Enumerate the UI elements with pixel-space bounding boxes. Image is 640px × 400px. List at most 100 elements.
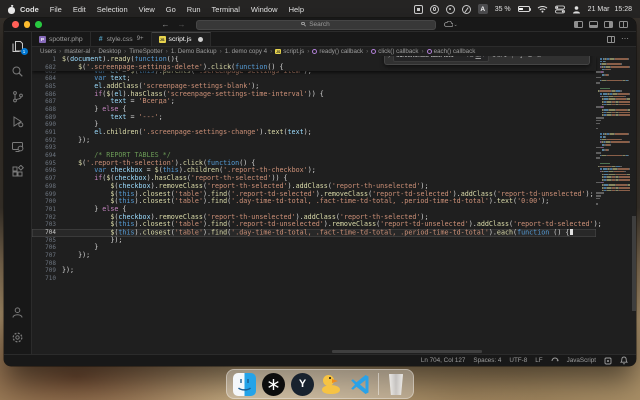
explorer-icon[interactable]: 1 xyxy=(10,38,28,55)
menubar-app-icon-4[interactable] xyxy=(461,4,471,14)
split-editor-icon[interactable] xyxy=(607,35,615,43)
menubar-app-icon-3[interactable] xyxy=(445,4,455,14)
forward-button[interactable]: → xyxy=(178,20,186,29)
keyboard-input-icon[interactable]: A xyxy=(477,4,488,14)
tab-script-js[interactable]: JS script.js xyxy=(151,32,211,46)
breadcrumb-item[interactable]: click() callback xyxy=(371,48,419,55)
vscode-dock-icon[interactable] xyxy=(349,373,372,396)
battery-icon[interactable] xyxy=(517,6,532,12)
menu-item-window[interactable]: Window xyxy=(251,5,278,14)
code-line[interactable]: 708 xyxy=(32,260,596,268)
live-preview-icon[interactable] xyxy=(10,138,26,154)
modified-dot-icon[interactable] xyxy=(197,37,203,42)
breadcrumb-item[interactable]: JS script.js xyxy=(275,48,304,55)
breadcrumb-item[interactable]: each() callback xyxy=(426,48,475,55)
menubar-clock[interactable]: 21 Mar 15:28 xyxy=(588,6,632,13)
code-line[interactable]: 707 }); xyxy=(32,251,596,260)
activity-bar: 1 xyxy=(4,32,32,354)
trash-dock-icon[interactable] xyxy=(388,374,404,395)
menu-item-terminal[interactable]: Terminal xyxy=(212,5,240,14)
tab-spotter-php[interactable]: Pspotter.php xyxy=(32,32,91,46)
finder-dock-icon[interactable] xyxy=(233,372,256,396)
menu-item-selection[interactable]: Selection xyxy=(97,5,128,14)
breadcrumb-item[interactable]: Users xyxy=(40,48,56,55)
eol-status[interactable]: LF xyxy=(535,357,542,364)
more-actions-icon[interactable]: ⋯ xyxy=(621,35,629,43)
tab-style-css[interactable]: # style.css 9+ xyxy=(90,32,152,46)
menu-item-run[interactable]: Run xyxy=(187,5,201,14)
toggle-sidebar-icon[interactable] xyxy=(574,21,583,28)
sync-icon[interactable] xyxy=(551,357,559,365)
code-line[interactable]: 692 }); xyxy=(32,136,596,145)
find-previous-icon[interactable]: ↑ xyxy=(510,56,516,60)
menu-item-view[interactable]: View xyxy=(139,5,155,14)
whole-word-icon[interactable]: ab xyxy=(475,56,481,59)
close-window-button[interactable] xyxy=(12,21,19,28)
js-file-icon: JS xyxy=(275,48,282,55)
accounts-icon[interactable] xyxy=(10,304,26,320)
back-button[interactable]: ← xyxy=(162,20,170,29)
control-center-icon[interactable] xyxy=(554,5,565,14)
breadcrumb-item[interactable]: 1. Demo Backup xyxy=(171,48,217,55)
menu-item-edit[interactable]: Edit xyxy=(73,5,86,14)
find-next-icon[interactable]: ↓ xyxy=(518,56,524,60)
menu-item-file[interactable]: File xyxy=(50,5,62,14)
code-line[interactable]: 710 xyxy=(32,275,596,283)
breadcrumb-item[interactable]: master-al xyxy=(64,48,90,55)
minimap[interactable] xyxy=(596,58,632,346)
feedback-icon[interactable] xyxy=(604,357,612,365)
command-center-search[interactable]: Search xyxy=(195,19,436,30)
cursor-position[interactable]: Ln 704, Col 127 xyxy=(421,357,465,364)
breadcrumb-item[interactable]: TimeSpotter xyxy=(129,48,162,55)
notifications-bell-icon[interactable] xyxy=(620,356,628,365)
find-expand-icon[interactable]: › xyxy=(388,56,390,60)
method-symbol-icon xyxy=(371,49,377,54)
menu-item-go[interactable]: Go xyxy=(166,5,176,14)
code-editor[interactable]: 683 var el = $(this).parents('.screenpag… xyxy=(32,56,636,354)
indentation-status[interactable]: Spaces: 4 xyxy=(473,357,501,364)
vscode-window: ← → Search ⌄ 1 P spotter.php # style.css… xyxy=(4,18,636,366)
customize-layout-icon[interactable] xyxy=(619,21,628,28)
code-line[interactable]: 705 }); xyxy=(32,236,596,245)
encoding-status[interactable]: UTF-8 xyxy=(509,357,527,364)
run-debug-icon[interactable] xyxy=(10,113,26,129)
code-line[interactable]: 691 el.children('.screenpage-settings-ch… xyxy=(32,128,596,137)
line-number: 1 xyxy=(52,56,56,63)
menu-item-code[interactable]: Code xyxy=(20,5,39,14)
code-line[interactable]: 689 text = '---'; xyxy=(32,113,596,122)
y-browser-dock-icon[interactable]: Y xyxy=(291,372,314,396)
menu-item-help[interactable]: Help xyxy=(289,5,304,14)
vertical-scrollbar[interactable] xyxy=(632,216,636,311)
horizontal-scrollbar[interactable] xyxy=(332,350,482,353)
chatgpt-dock-icon[interactable] xyxy=(262,372,285,396)
menubar-app-icon-1[interactable] xyxy=(413,4,423,14)
zoom-window-button[interactable] xyxy=(35,21,42,28)
line-number: 697 xyxy=(45,175,56,183)
extensions-icon[interactable] xyxy=(10,163,26,179)
find-in-selection-icon[interactable]: ≡ xyxy=(527,56,533,60)
source-control-icon[interactable] xyxy=(10,88,26,104)
menubar-app-icon-2[interactable] xyxy=(429,4,439,14)
user-icon[interactable] xyxy=(572,5,581,14)
close-find-icon[interactable]: × xyxy=(536,56,542,60)
minimize-window-button[interactable] xyxy=(23,21,30,28)
toggle-panel-icon[interactable] xyxy=(589,21,598,28)
breadcrumb-item[interactable]: ready() callback xyxy=(312,48,363,55)
cyberduck-dock-icon[interactable] xyxy=(320,373,343,396)
toggle-secondary-sidebar-icon[interactable] xyxy=(604,21,613,28)
line-number: 698 xyxy=(45,182,56,190)
regex-icon[interactable]: .* xyxy=(483,56,486,59)
breadcrumb-item[interactable]: Desktop xyxy=(98,48,121,55)
breadcrumb-item[interactable]: 1. demo copy 4 xyxy=(225,48,267,55)
wifi-icon[interactable] xyxy=(537,5,548,13)
apple-menu-icon[interactable] xyxy=(8,5,16,14)
settings-gear-icon[interactable] xyxy=(10,329,26,345)
code-line[interactable]: 706 } xyxy=(32,243,596,252)
search-view-icon[interactable] xyxy=(10,63,26,79)
language-mode[interactable]: JavaScript xyxy=(567,357,596,364)
find-input[interactable]: screenshots-task-text Aa ab .* xyxy=(393,56,490,62)
match-case-icon[interactable]: Aa xyxy=(467,56,473,59)
code-line[interactable]: 709}); xyxy=(32,267,596,275)
battery-percent: 35 % xyxy=(494,5,511,13)
cloud-sync-icon[interactable]: ⌄ xyxy=(443,21,458,28)
